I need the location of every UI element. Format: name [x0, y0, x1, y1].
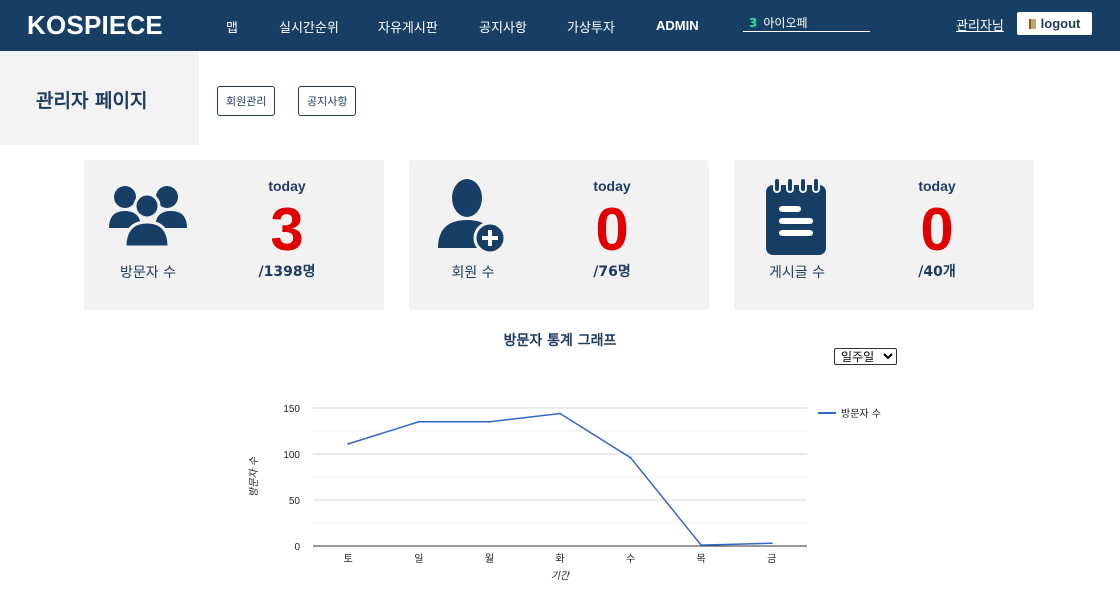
legend-label: 방문자 수 — [841, 408, 881, 420]
y-axis-title: 방문자 수 — [248, 456, 260, 497]
data-point — [488, 420, 491, 423]
data-point — [347, 442, 350, 445]
visitor-line-chart: 0 50 100 150 토 일 월 화 수 목 금 방문자 수기간 방문자 수 — [248, 404, 881, 582]
x-tick-label: 목 — [697, 553, 706, 565]
x-tick-label: 수 — [626, 553, 635, 565]
x-axis-title: 기간 — [551, 570, 571, 582]
y-tick-label: 0 — [294, 542, 300, 553]
x-tick-label: 월 — [485, 553, 494, 565]
y-tick-label: 100 — [283, 450, 300, 461]
x-tick-label: 금 — [767, 553, 776, 565]
x-tick-label: 토 — [344, 554, 353, 565]
data-point — [559, 412, 561, 415]
data-point — [417, 420, 420, 423]
data-point — [700, 544, 703, 547]
series-line — [348, 412, 772, 546]
y-tick-label: 50 — [289, 496, 301, 507]
x-tick-label: 화 — [555, 553, 564, 565]
x-tick-label: 일 — [414, 553, 423, 565]
data-point — [770, 542, 773, 545]
data-point — [629, 456, 632, 459]
y-tick-label: 150 — [283, 404, 300, 415]
